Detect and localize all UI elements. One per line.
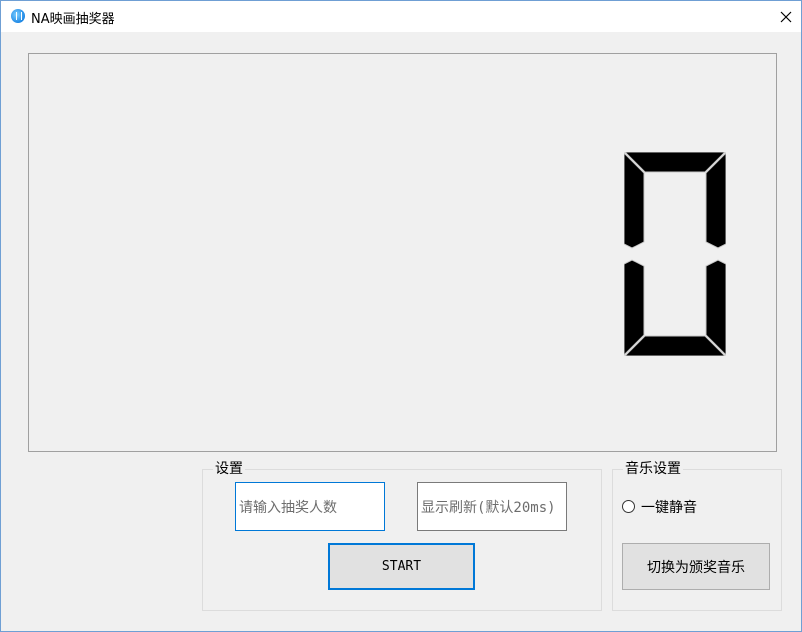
switch-to-award-music-button[interactable]: 切换为颁奖音乐 (622, 543, 770, 590)
close-button[interactable] (770, 1, 802, 32)
title-bar[interactable]: NA映画抽奖器 (1, 1, 801, 32)
music-group-label: 音乐设置 (623, 461, 683, 477)
mute-label[interactable]: 一键静音 (641, 497, 697, 517)
winner-count-input[interactable]: 请输入抽奖人数 (235, 482, 385, 531)
window-title: NA映画抽奖器 (31, 12, 115, 27)
refresh-interval-input[interactable]: 显示刷新(默认20ms) (417, 482, 567, 531)
switch-music-label: 切换为颁奖音乐 (647, 559, 745, 576)
app-window: NA映画抽奖器 设置 请输入抽奖人数 显示刷新(默认20ms) START 音乐… (0, 0, 802, 632)
settings-group-label: 设置 (213, 461, 245, 477)
close-icon (780, 11, 792, 22)
app-logo-icon (11, 9, 25, 23)
refresh-interval-placeholder: 显示刷新(默认20ms) (421, 499, 556, 516)
start-button-label: START (381, 559, 422, 574)
lottery-display (28, 53, 777, 452)
start-button[interactable]: START (328, 543, 475, 590)
seven-segment-digit (624, 152, 726, 356)
mute-radio-button[interactable] (622, 500, 635, 513)
winner-count-placeholder: 请输入抽奖人数 (239, 499, 337, 516)
